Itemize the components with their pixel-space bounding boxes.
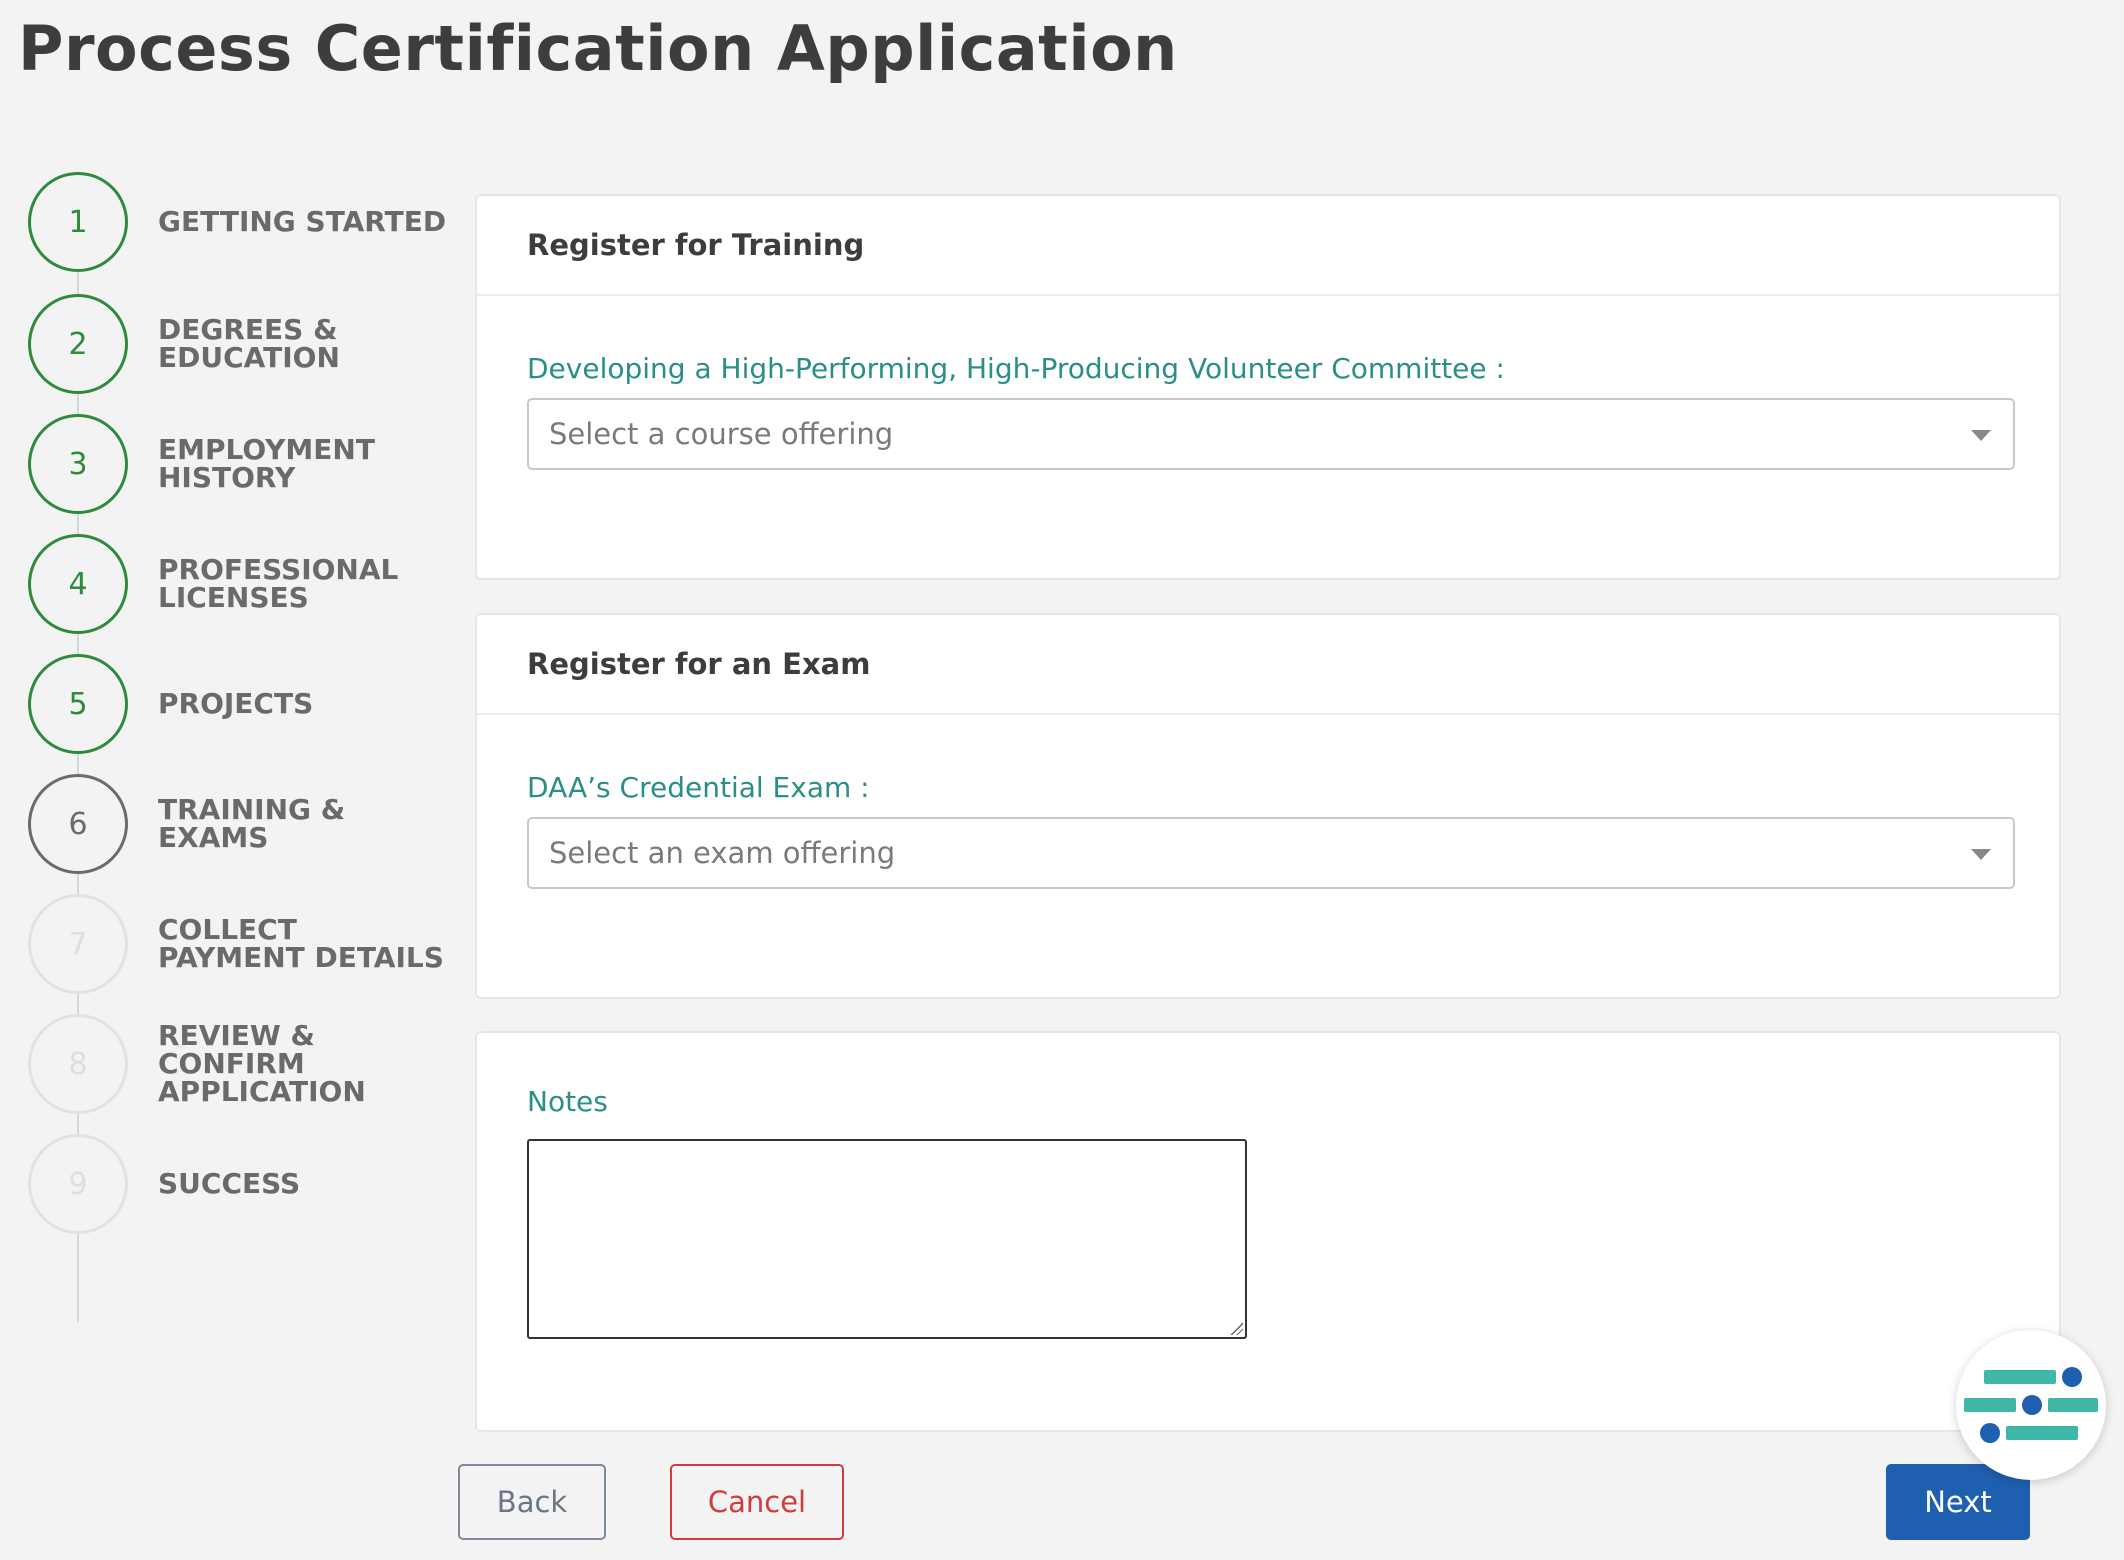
step-label: SUCCESS	[158, 1167, 301, 1200]
step-label: GETTING STARTED	[158, 205, 447, 238]
exam-card: Register for an Exam DAA’s Credential Ex…	[475, 613, 2061, 999]
step-circle: 1	[28, 172, 128, 272]
step-circle: 9	[28, 1134, 128, 1234]
step-professional-licenses[interactable]: 4 PROFESSIONAL LICENSES	[28, 534, 448, 634]
step-collect-payment-details: 7 COLLECT PAYMENT DETAILS	[28, 894, 448, 994]
step-training-exams[interactable]: 6 TRAINING & EXAMS	[28, 774, 448, 874]
step-label: PROJECTS	[158, 687, 314, 720]
training-card: Register for Training Developing a High-…	[475, 194, 2061, 580]
course-field-label: Developing a High-Performing, High-Produ…	[527, 352, 1505, 385]
step-label: REVIEW & CONFIRM APPLICATION	[158, 1019, 366, 1108]
assistant-widget-icon	[1964, 1367, 2098, 1443]
cancel-button[interactable]: Cancel	[670, 1464, 844, 1540]
course-select-placeholder: Select a course offering	[549, 417, 894, 451]
step-label: PROFESSIONAL LICENSES	[158, 553, 399, 614]
page-title: Process Certification Application	[18, 12, 1178, 85]
step-circle: 4	[28, 534, 128, 634]
step-success: 9 SUCCESS	[28, 1134, 448, 1234]
step-circle: 6	[28, 774, 128, 874]
step-degrees-education[interactable]: 2 DEGREES & EDUCATION	[28, 294, 448, 394]
resize-handle-icon[interactable]	[1229, 1321, 1243, 1335]
course-offering-select[interactable]: Select a course offering	[527, 398, 2015, 470]
step-label: TRAINING & EXAMS	[158, 793, 346, 854]
back-button[interactable]: Back	[458, 1464, 606, 1540]
step-review-confirm-application: 8 REVIEW & CONFIRM APPLICATION	[28, 1014, 448, 1114]
step-projects[interactable]: 5 PROJECTS	[28, 654, 448, 754]
step-employment-history[interactable]: 3 EMPLOYMENT HISTORY	[28, 414, 448, 514]
chevron-down-icon	[1971, 849, 1991, 860]
assistant-widget[interactable]	[1956, 1330, 2106, 1480]
notes-label: Notes	[527, 1085, 608, 1118]
exam-offering-select[interactable]: Select an exam offering	[527, 817, 2015, 889]
step-label: EMPLOYMENT HISTORY	[158, 433, 375, 494]
step-circle: 8	[28, 1014, 128, 1114]
step-label: DEGREES & EDUCATION	[158, 313, 340, 374]
step-circle: 5	[28, 654, 128, 754]
step-circle: 7	[28, 894, 128, 994]
exam-select-placeholder: Select an exam offering	[549, 836, 896, 870]
chevron-down-icon	[1971, 430, 1991, 441]
step-label: COLLECT PAYMENT DETAILS	[158, 913, 444, 974]
training-card-header: Register for Training	[477, 196, 2059, 296]
step-getting-started[interactable]: 1 GETTING STARTED	[28, 172, 448, 272]
exam-card-header: Register for an Exam	[477, 615, 2059, 715]
notes-card: Notes	[475, 1031, 2061, 1432]
step-circle: 2	[28, 294, 128, 394]
exam-field-label: DAA’s Credential Exam :	[527, 771, 870, 804]
step-circle: 3	[28, 414, 128, 514]
notes-textarea[interactable]	[527, 1139, 1247, 1339]
